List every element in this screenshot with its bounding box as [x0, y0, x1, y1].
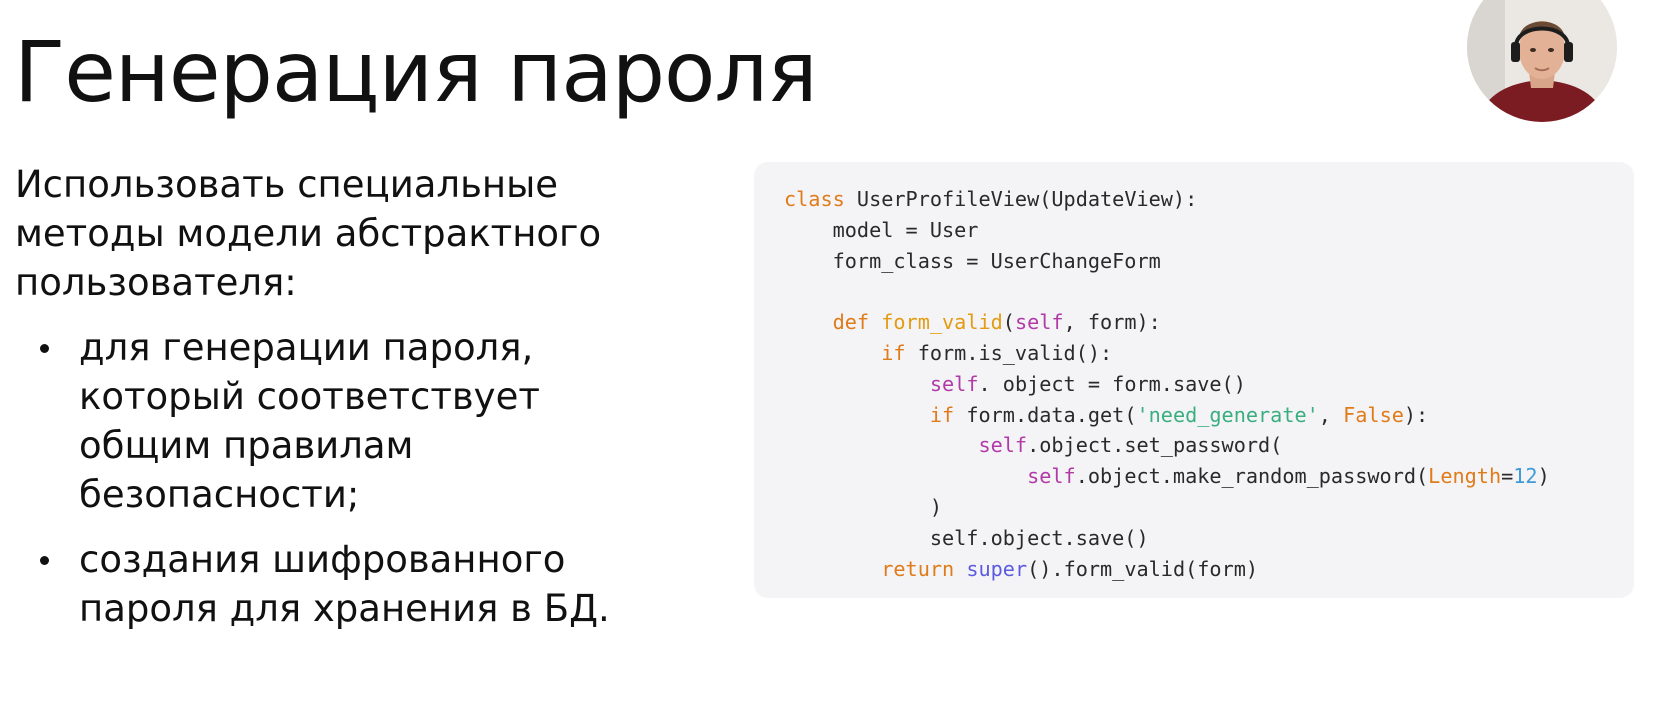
bullet-item: создания шифрованного пароля для хранени… [15, 535, 705, 633]
bullet-line: для генерации пароля, [79, 326, 534, 369]
slide-title: Генерация пароля [14, 23, 818, 121]
code-token: , [1318, 402, 1344, 427]
bullet-line: который соответствует [79, 375, 540, 418]
code-token: self [1014, 310, 1064, 335]
code-token: .object.set_password( [1027, 433, 1283, 458]
bullet-line: общим правилам [79, 424, 414, 467]
slide-text-block: Использовать специальные методы модели а… [15, 160, 705, 649]
code-token: self.object.save() [784, 525, 1149, 550]
code-token: ): [1403, 402, 1429, 427]
code-token: Length [1428, 464, 1502, 489]
intro-line: методы модели абстрактного [15, 212, 602, 255]
code-token: self [929, 371, 979, 396]
code-token: 12 [1513, 464, 1538, 489]
bullet-line: безопасности; [79, 473, 360, 516]
code-token: ().form_valid(form) [1027, 556, 1259, 581]
intro-line: пользователя: [15, 261, 297, 304]
code-token: def [832, 310, 870, 335]
bullet-dot-icon [40, 344, 49, 353]
code-token: if [929, 402, 955, 427]
code-token: .object.make_random_password( [1075, 464, 1429, 489]
code-token: form_class = UserChangeForm [784, 248, 1161, 273]
intro-line: Использовать специальные [15, 163, 559, 206]
code-token: UserProfileView(UpdateView): [844, 187, 1198, 211]
code-token: self [1027, 464, 1076, 489]
code-token: ) [1537, 464, 1550, 489]
bullet-list: для генерации пароля, который соответств… [15, 323, 705, 633]
bullet-line: создания шифрованного [79, 538, 566, 581]
code-token: class [784, 187, 845, 211]
code-token: return [881, 556, 955, 581]
code-token: = [1501, 464, 1514, 489]
presenter-webcam-avatar-icon [1467, 0, 1617, 122]
code-token: ( [1002, 310, 1015, 335]
code-token: form.data.get( [954, 402, 1137, 427]
code-token: self [978, 433, 1028, 458]
bullet-item: для генерации пароля, который соответств… [15, 323, 705, 519]
code-token: if [881, 340, 906, 365]
bullet-line: пароля для хранения в БД. [79, 587, 610, 630]
presenter-illustration [1467, 0, 1617, 122]
intro-paragraph: Использовать специальные методы модели а… [15, 160, 705, 307]
code-token: 'need_generate' [1136, 402, 1319, 427]
code-token: form.is_valid(): [905, 340, 1113, 365]
code-token: ) [784, 494, 943, 519]
code-token: . object = form.save() [978, 371, 1246, 396]
code-token: form_valid [881, 310, 1003, 335]
code-token: False [1343, 402, 1404, 427]
code-panel: class UserProfileView(UpdateView): model… [754, 162, 1634, 598]
bullet-dot-icon [40, 556, 49, 565]
code-token: model = User [784, 217, 979, 242]
code-token: , form): [1063, 310, 1161, 335]
code-block: class UserProfileView(UpdateView): model… [754, 162, 1634, 584]
code-token: super [966, 556, 1028, 581]
